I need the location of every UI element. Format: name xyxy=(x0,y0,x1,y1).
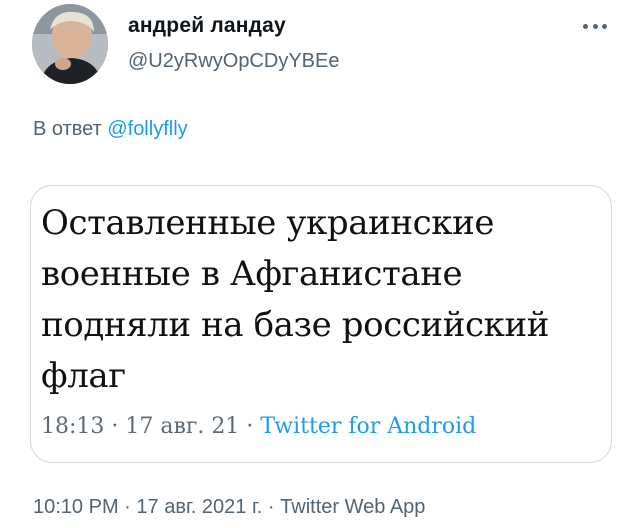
display-name[interactable]: андрей ландау xyxy=(128,14,286,38)
more-dot xyxy=(602,23,607,29)
more-horizontal-icon[interactable] xyxy=(580,18,610,34)
quoted-time: 18:13 xyxy=(41,414,105,439)
tweet-meta: 10:10 PM · 17 авг. 2021 г. · Twitter Web… xyxy=(33,496,425,519)
meta-separator: · xyxy=(262,496,281,518)
quoted-tweet-text: Оставленные украинские военные в Афганис… xyxy=(41,203,550,396)
tweet-source[interactable]: Twitter Web App xyxy=(280,496,425,518)
quoted-source: Twitter for Android xyxy=(260,414,477,439)
quoted-separator: · xyxy=(239,414,261,439)
quoted-date: 17 авг. 21 xyxy=(125,414,240,439)
reply-context: В ответ @follyflly xyxy=(33,118,188,141)
more-dot xyxy=(592,23,598,29)
quoted-image-card[interactable]: Оставленные украинские военные в Афганис… xyxy=(30,185,612,463)
avatar-image xyxy=(32,4,108,84)
avatar[interactable] xyxy=(32,4,108,84)
tweet-time[interactable]: 10:10 PM xyxy=(33,496,119,518)
reply-prefix: В ответ xyxy=(33,118,102,140)
meta-separator: · xyxy=(118,496,137,518)
quoted-tweet-meta: 18:13 · 17 авг. 21 · Twitter for Android xyxy=(41,414,476,439)
quoted-separator: · xyxy=(104,414,126,439)
reply-to-link[interactable]: @follyflly xyxy=(107,118,187,140)
tweet-date[interactable]: 17 авг. 2021 г. xyxy=(136,496,262,518)
more-dot xyxy=(583,23,588,29)
user-handle[interactable]: @U2yRwyOpCDyYBEe xyxy=(128,50,339,73)
